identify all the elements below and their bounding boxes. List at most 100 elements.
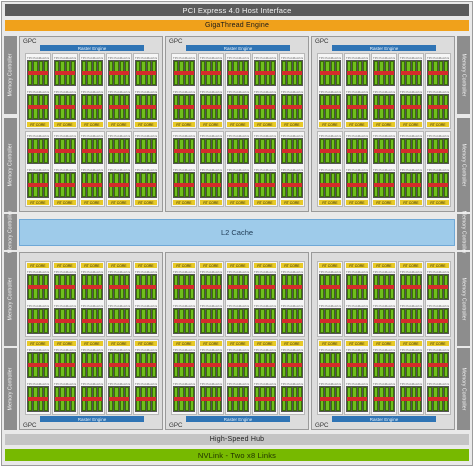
tensor-core-strip [228,71,248,75]
sm-block [319,172,341,198]
rt-core: RT CORE [427,341,449,346]
tensor-core-strip [174,285,194,289]
memory-controller-label: Memory Controller [460,367,467,411]
tpc-header: TPC PolyMorph Engine [81,56,103,59]
tpc-header: TPC PolyMorph Engine [108,304,130,307]
tensor-core-strip [374,285,394,289]
tpc-header: TPC PolyMorph Engine [200,168,222,171]
tpc-block: TPC PolyMorph Engine TPC PolyMorph Engine… [25,53,51,129]
tensor-core-strip [55,71,75,75]
tensor-core-strip [109,285,129,289]
gpc-bottom-3: TPC PolyMorph Engine TPC PolyMorph Engine… [311,252,455,430]
tpc-header: TPC PolyMorph Engine [373,90,395,93]
tensor-core-strip [320,71,340,75]
sm-block [200,138,222,164]
tensor-core-strip [109,363,129,367]
sm-block [319,94,341,120]
high-speed-hub: High-Speed Hub [5,434,469,445]
tensor-core-strip [201,285,221,289]
sm-block [135,274,157,300]
rt-core: RT CORE [373,200,395,205]
tensor-core-strip [401,397,421,401]
rt-core: RT CORE [319,200,341,205]
sm-block [319,352,341,378]
tpc-block: TPC PolyMorph Engine TPC PolyMorph Engine… [371,131,397,207]
tensor-core-strip [347,183,367,187]
rt-core: RT CORE [108,200,130,205]
tpc-header: TPC PolyMorph Engine [281,90,303,93]
tpc-header: TPC PolyMorph Engine [135,168,157,171]
tpc-header: TPC PolyMorph Engine [281,270,303,273]
tpc-header: TPC PolyMorph Engine [346,270,368,273]
sm-block [173,172,195,198]
tpc-block: TPC PolyMorph Engine TPC PolyMorph Engine… [225,131,251,207]
memory-controller-label: Memory Controller [7,277,14,321]
tpc-header: TPC PolyMorph Engine [200,270,222,273]
tensor-core-strip [82,105,102,109]
tpc-header: TPC PolyMorph Engine [200,90,222,93]
sm-block [27,94,49,120]
tensor-core-strip [374,397,394,401]
tensor-core-strip [136,105,156,109]
rt-core: RT CORE [173,341,195,346]
tpc-header: TPC PolyMorph Engine [373,134,395,137]
tensor-core-strip [228,397,248,401]
tensor-core-strip [136,71,156,75]
sm-block [227,172,249,198]
tensor-core-strip [136,285,156,289]
tpc-header: TPC PolyMorph Engine [346,90,368,93]
tpc-header: TPC PolyMorph Engine [427,382,449,385]
tpc-header: TPC PolyMorph Engine [254,56,276,59]
tpc-block: TPC PolyMorph Engine TPC PolyMorph Engine… [52,339,78,415]
tensor-core-strip [136,397,156,401]
tensor-core-strip [82,285,102,289]
rt-core: RT CORE [173,263,195,268]
tpc-header: TPC PolyMorph Engine [108,134,130,137]
tpc-header: TPC PolyMorph Engine [319,304,341,307]
tensor-core-strip [401,319,421,323]
rt-core: RT CORE [200,122,222,127]
tensor-core-strip [347,149,367,153]
tensor-core-strip [401,105,421,109]
tensor-core-strip [428,397,448,401]
memory-controller-label: Memory Controller [7,53,14,97]
tpc-block: TPC PolyMorph Engine TPC PolyMorph Engine… [398,339,424,415]
tensor-core-strip [28,105,48,109]
tensor-core-strip [347,319,367,323]
rt-core: RT CORE [346,263,368,268]
sm-block [427,138,449,164]
tpc-header: TPC PolyMorph Engine [281,348,303,351]
sm-block [373,308,395,334]
tensor-core-strip [174,183,194,187]
rt-core: RT CORE [281,122,303,127]
tpc-header: TPC PolyMorph Engine [200,348,222,351]
tensor-core-strip [109,105,129,109]
tpc-header: TPC PolyMorph Engine [173,382,195,385]
tpc-block: TPC PolyMorph Engine TPC PolyMorph Engine… [398,261,424,337]
sm-block [346,386,368,412]
tensor-core-strip [428,363,448,367]
tensor-core-strip [320,319,340,323]
tensor-core-strip [401,149,421,153]
raster-engine: Raster Engine [40,45,144,51]
tpc-header: TPC PolyMorph Engine [400,134,422,137]
tensor-core-strip [282,71,302,75]
tensor-core-strip [174,105,194,109]
rt-core: RT CORE [427,200,449,205]
tensor-core-strip [428,105,448,109]
tensor-core-strip [55,183,75,187]
tpc-block: TPC PolyMorph Engine TPC PolyMorph Engine… [425,131,451,207]
tpc-header: TPC PolyMorph Engine [108,90,130,93]
memory-controller-left-1: Memory Controller [4,36,17,114]
tensor-core-strip [282,363,302,367]
rt-core: RT CORE [373,263,395,268]
rt-core: RT CORE [173,200,195,205]
rt-core: RT CORE [200,263,222,268]
tpc-header: TPC PolyMorph Engine [54,304,76,307]
tpc-header: TPC PolyMorph Engine [81,304,103,307]
memory-controller-right-3: Memory Controller [457,252,470,346]
tpc-header: TPC PolyMorph Engine [281,56,303,59]
sm-block [254,274,276,300]
tpc-header: TPC PolyMorph Engine [135,134,157,137]
sm-block [281,352,303,378]
